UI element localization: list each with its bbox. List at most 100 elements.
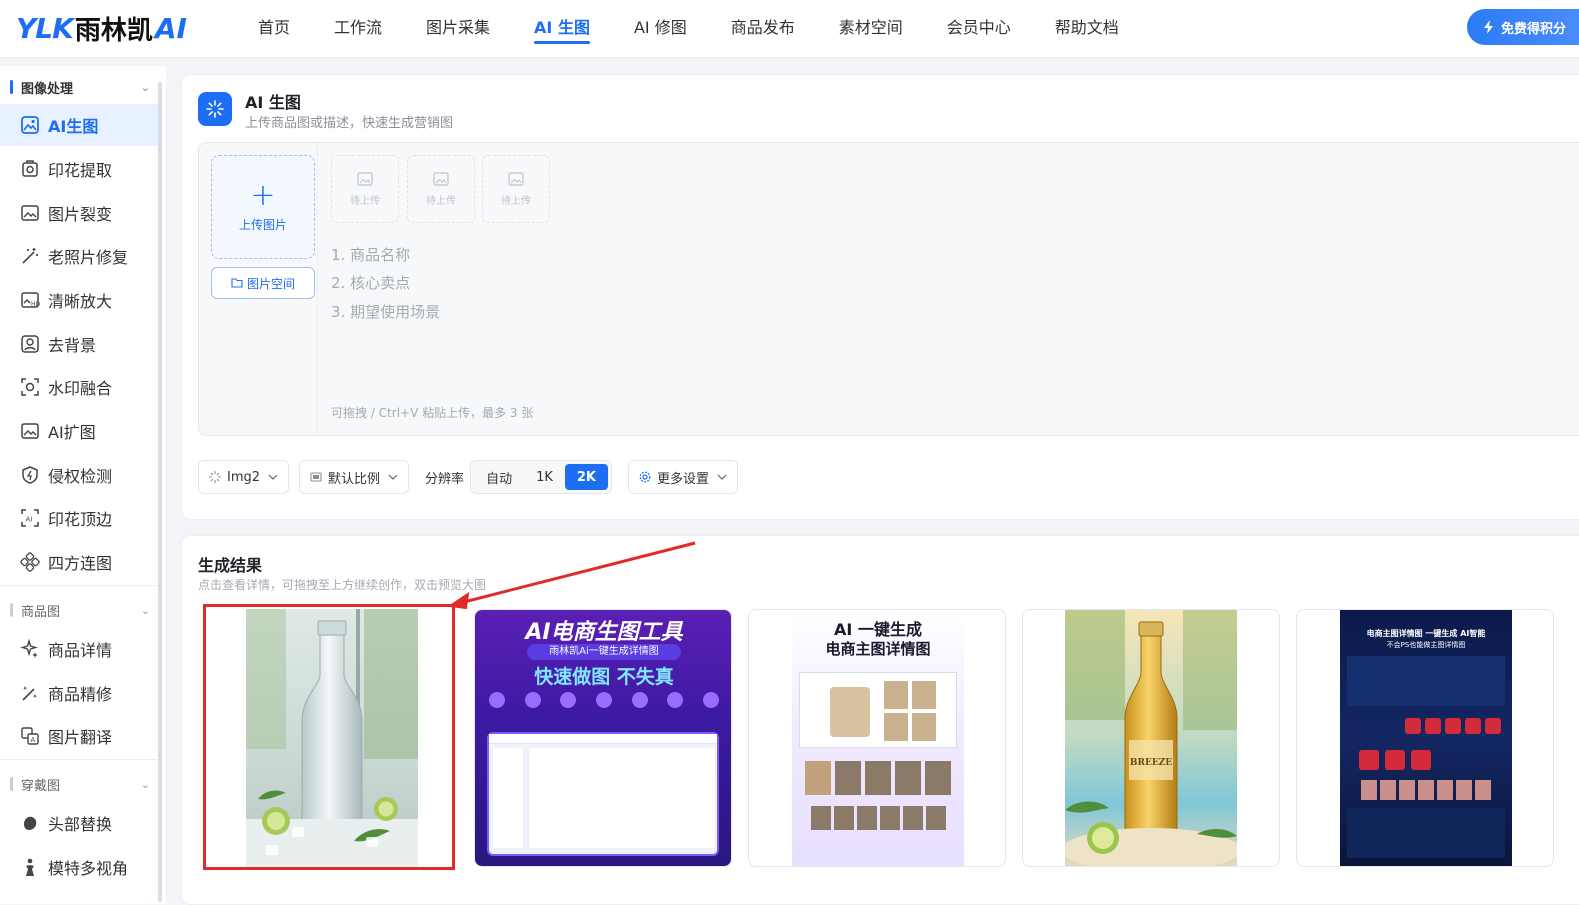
result-thumb-5[interactable]: 电商主图详情图 一键生成 AI智能 不会PS也能做主图详情图 [1296, 609, 1554, 867]
ratio-icon [310, 472, 322, 482]
resolution-1k[interactable]: 1K [524, 464, 565, 490]
translate-icon: A [21, 727, 39, 745]
resolution-2k[interactable]: 2K [564, 464, 608, 490]
print-extract-icon [22, 160, 38, 177]
sidebar-item-upscale[interactable]: HD 清晰放大 [0, 279, 158, 321]
sidebar-group-product[interactable]: 商品图 ⌄ [10, 599, 150, 621]
model-image [835, 761, 861, 795]
poster-product-grid [799, 672, 957, 748]
sidebar-item-image-translate[interactable]: A 图片翻译 [0, 715, 158, 757]
nav-image-collect[interactable]: 图片采集 [426, 0, 490, 58]
image-slot-1[interactable]: 待上传 [331, 155, 399, 223]
sidebar-item-print-edge[interactable]: AI 印花顶边 [0, 497, 158, 539]
sidebar-scrollbar[interactable] [158, 82, 162, 902]
poster-section-1 [1347, 656, 1505, 706]
poster-line2: 电商主图详情图 [825, 640, 931, 658]
result-thumb-3[interactable]: AI 一键生成 电商主图详情图 [748, 609, 1006, 867]
aspect-ratio-select[interactable]: 默认比例 [299, 460, 410, 494]
poster-model-row [799, 758, 957, 798]
resolution-auto[interactable]: 自动 [474, 464, 524, 490]
image-space-button[interactable]: 图片空间 [211, 267, 315, 299]
poster-line2: 雨林凯Ai一键生成详情图 [527, 644, 681, 660]
model-icon [209, 471, 221, 483]
sidebar-group-wearable[interactable]: 穿戴图 ⌄ [10, 773, 150, 795]
sidebar-item-label: 图片裂变 [48, 205, 113, 224]
nav-ai-generate[interactable]: AI 生图 [534, 0, 590, 58]
ai-sparkle-icon [198, 92, 232, 126]
sidebar-item-label: 图片翻译 [48, 728, 113, 747]
image-slot-3[interactable]: 待上传 [482, 155, 550, 223]
aspect-ratio-value: 默认比例 [328, 471, 381, 487]
sidebar-item-model-multiview[interactable]: 模特多视角 [0, 846, 158, 888]
upload-label: 上传图片 [238, 217, 287, 232]
sidebar-item-ai-generate[interactable]: AI生图 [0, 104, 158, 146]
model-image [895, 761, 921, 795]
logo-ylk: YLK [16, 11, 74, 45]
group-marker [10, 603, 13, 617]
result-thumb-2[interactable]: AI电商生图工具 雨林凯Ai一键生成详情图 快速做图 不失真 [474, 609, 732, 867]
bag-image [1405, 718, 1421, 734]
nav-product-publish[interactable]: 商品发布 [731, 0, 795, 58]
poster-bag-row-2 [1347, 746, 1505, 774]
nav-help-docs[interactable]: 帮助文档 [1055, 0, 1119, 58]
more-settings-select[interactable]: 更多设置 [628, 460, 739, 494]
main-nav: 首页 工作流 图片采集 AI 生图 AI 修图 商品发布 素材空间 会员中心 帮… [258, 0, 1163, 58]
model-image [902, 806, 923, 830]
nav-asset-space[interactable]: 素材空间 [839, 0, 903, 58]
sidebar-item-seamless-pattern[interactable]: 四方连图 [0, 541, 158, 583]
resolution-label: 分辨率 [425, 471, 465, 487]
nav-member-center[interactable]: 会员中心 [947, 0, 1011, 58]
model-image [856, 806, 877, 830]
nav-home[interactable]: 首页 [258, 0, 290, 58]
sidebar-item-watermark[interactable]: 水印融合 [0, 366, 158, 408]
poster-title: AI电商生图工具 [525, 620, 683, 645]
resolution-segmented: 自动 1K 2K [470, 460, 612, 494]
gear-icon [639, 471, 651, 483]
model-view-icon [26, 858, 34, 876]
model-select[interactable]: Img2 [198, 460, 290, 494]
result-thumb-1[interactable] [203, 609, 461, 867]
poster-title: AI 一键生成 [834, 620, 922, 639]
sidebar-item-infringement-check[interactable]: 侵权检测 [0, 454, 158, 496]
upload-image-button[interactable]: + 上传图片 [211, 155, 315, 259]
image-placeholder-icon [508, 171, 524, 186]
sidebar-item-image-variant[interactable]: 图片裂变 [0, 192, 158, 234]
image-slot-2[interactable]: 待上传 [407, 155, 475, 223]
expand-image-icon [21, 423, 39, 439]
sidebar-item-product-retouch[interactable]: 商品精修 [0, 672, 158, 714]
result-thumb-4[interactable]: BREEZE [1022, 609, 1280, 867]
sidebar-item-product-detail[interactable]: 商品详情 [0, 628, 158, 670]
svg-text:HD: HD [31, 301, 40, 308]
sidebar-item-expand-image[interactable]: AI扩图 [0, 410, 158, 452]
sidebar-item-label: 印花顶边 [48, 510, 113, 529]
bag-image [1485, 718, 1501, 734]
upload-dropzone[interactable]: + 上传图片 图片空间 待上传 待上传 待上传 1. 商品名称 2. 核心卖点 … [198, 142, 1579, 437]
watermark-icon [21, 378, 39, 396]
sidebar-item-label: 去背景 [48, 336, 97, 355]
nav-ai-retouch[interactable]: AI 修图 [634, 0, 687, 58]
sidebar-item-remove-bg[interactable]: 去背景 [0, 323, 158, 365]
sidebar-item-label: AI生图 [48, 117, 99, 136]
more-settings-label: 更多设置 [657, 471, 710, 487]
model-image [884, 681, 908, 709]
sidebar-item-print-extract[interactable]: 印花提取 [0, 148, 158, 190]
sidebar-item-label: 印花提取 [48, 161, 113, 180]
nav-workflow[interactable]: 工作流 [334, 0, 382, 58]
free-points-button[interactable]: 免费得积分 [1467, 9, 1579, 45]
bag-image [1385, 750, 1405, 770]
model-select-value: Img2 [227, 469, 261, 485]
sidebar-item-photo-restore[interactable]: 老照片修复 [0, 235, 158, 277]
image-space-label: 图片空间 [246, 276, 295, 291]
shield-icon [22, 466, 38, 484]
chevron-down-icon [268, 474, 278, 480]
feature-icon [489, 692, 505, 708]
group-label: 穿戴图 [21, 778, 61, 794]
model-image [925, 806, 946, 830]
feature-icon [667, 692, 684, 708]
brand-logo[interactable]: YLK 雨林凯 AI [16, 10, 187, 46]
sidebar-item-head-swap[interactable]: 头部替换 [0, 802, 158, 844]
sidebar-group-image-processing[interactable]: 图像处理 ⌄ [10, 76, 150, 98]
model-image [1380, 780, 1396, 800]
remove-bg-icon [21, 335, 39, 353]
feature-icon [524, 692, 541, 708]
